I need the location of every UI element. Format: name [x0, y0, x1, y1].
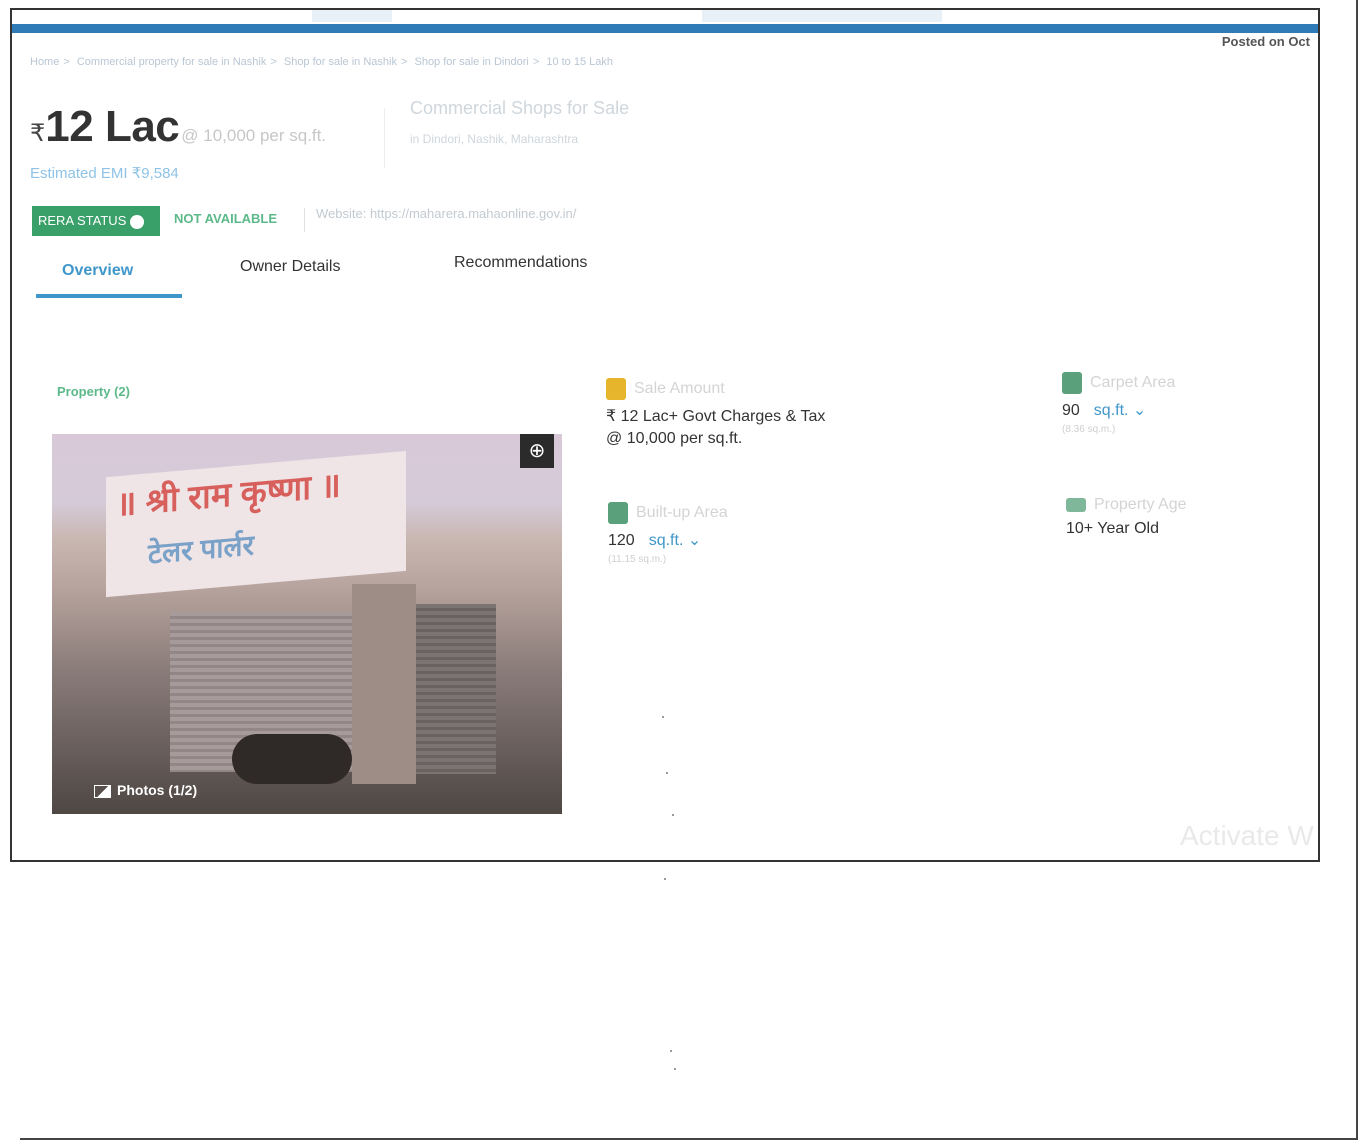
rera-website-link[interactable]: Website: https://maharera.mahaonline.gov…: [316, 206, 576, 221]
rera-status-badge[interactable]: RERA STATUS: [32, 206, 160, 236]
tab-overview[interactable]: Overview: [62, 262, 133, 280]
breadcrumb-item[interactable]: 10 to 15 Lakh: [546, 56, 613, 68]
scan-speck: [664, 878, 666, 880]
unit-dropdown[interactable]: sq.ft. ⌄: [649, 532, 702, 549]
breadcrumb-item[interactable]: Shop for sale in Nashik: [284, 56, 397, 68]
property-title: Commercial Shops for Sale: [410, 98, 630, 118]
divider: [304, 208, 305, 232]
currency-symbol: ₹: [30, 120, 46, 147]
emi-link[interactable]: Estimated EMI ₹9,584: [30, 164, 179, 182]
tab-owner-details[interactable]: Owner Details: [240, 258, 340, 276]
brand-bar: [12, 24, 1318, 33]
breadcrumb-item[interactable]: Home: [30, 56, 59, 68]
detail-subvalue: (11.15 sq.m.): [608, 554, 667, 565]
detail-value: 120: [608, 532, 635, 549]
detail-value: 90: [1062, 402, 1080, 419]
windows-activation-watermark: Activate W: [1180, 820, 1314, 851]
detail-carpet-area: Carpet Area 90 sq.ft. ⌄ (8.36 sq.m.): [1062, 372, 1175, 435]
top-bar: [12, 10, 1318, 36]
cake-icon: [1066, 498, 1086, 512]
shop-shutter: [416, 604, 496, 774]
tab-recommendations[interactable]: Recommendations: [454, 254, 587, 272]
price-block: ₹12 Lac @ 10,000 per sq.ft.: [30, 102, 326, 152]
active-tab-indicator: [36, 294, 182, 298]
detail-built-up-area: Built-up Area 120 sq.ft. ⌄ (11.15 sq.m.): [608, 502, 728, 565]
detail-sale-amount: Sale Amount ₹ 12 Lac+ Govt Charges & Tax…: [606, 378, 825, 448]
breadcrumb-item[interactable]: Commercial property for sale in Nashik: [77, 56, 267, 68]
money-bag-icon: [606, 378, 626, 400]
property-photo[interactable]: ॥ श्री राम कृष्णा ॥ टेलर पार्लर: [52, 434, 562, 814]
area-icon: [608, 502, 628, 524]
property-location: in Dindori, Nashik, Maharashtra: [410, 132, 579, 146]
scooter: [232, 734, 352, 784]
scan-speck: [666, 772, 668, 774]
area-icon: [1062, 372, 1082, 394]
divider: [384, 108, 385, 168]
scan-speck: [674, 1068, 676, 1070]
gallery-section-label: Property (2): [57, 384, 130, 399]
rera-badge-label: RERA STATUS: [38, 213, 127, 228]
rera-status: NOT AVAILABLE: [174, 211, 278, 226]
photos-count-button[interactable]: Photos (1/2): [94, 782, 197, 798]
photos-count-label: Photos (1/2): [117, 782, 198, 798]
detail-subvalue: (8.36 sq.m.): [1062, 424, 1116, 435]
detail-value: 10+ Year Old: [1066, 520, 1159, 538]
breadcrumb-item[interactable]: Shop for sale in Dindori: [414, 56, 528, 68]
listing-screenshot: Posted on Oct Home > Commercial property …: [10, 8, 1320, 862]
tab-bar: Overview Owner Details Recommendations: [36, 252, 736, 312]
price-rate: @ 10,000 per sq.ft.: [181, 126, 327, 145]
scan-speck: [672, 814, 674, 816]
detail-label: Sale Amount: [634, 380, 725, 397]
detail-value: ₹ 12 Lac+ Govt Charges & Tax: [606, 408, 826, 425]
posted-date: Posted on Oct: [1221, 34, 1310, 49]
detail-label: Carpet Area: [1090, 374, 1176, 391]
detail-value-rate: @ 10,000 per sq.ft.: [606, 430, 743, 447]
info-icon[interactable]: [130, 214, 145, 229]
unit-dropdown[interactable]: sq.ft. ⌄: [1094, 402, 1147, 419]
detail-label: Built-up Area: [636, 504, 728, 521]
image-icon: [94, 784, 111, 798]
breadcrumb: Home > Commercial property for sale in Na…: [30, 56, 613, 68]
detail-property-age: Property Age 10+ Year Old: [1066, 496, 1187, 538]
shop-pillar: [352, 584, 416, 784]
price-amount: 12 Lac: [45, 102, 180, 151]
scan-speck: [662, 716, 664, 718]
detail-label: Property Age: [1094, 496, 1187, 513]
zoom-icon[interactable]: ⊕: [520, 434, 554, 468]
scan-speck: [670, 1050, 672, 1052]
